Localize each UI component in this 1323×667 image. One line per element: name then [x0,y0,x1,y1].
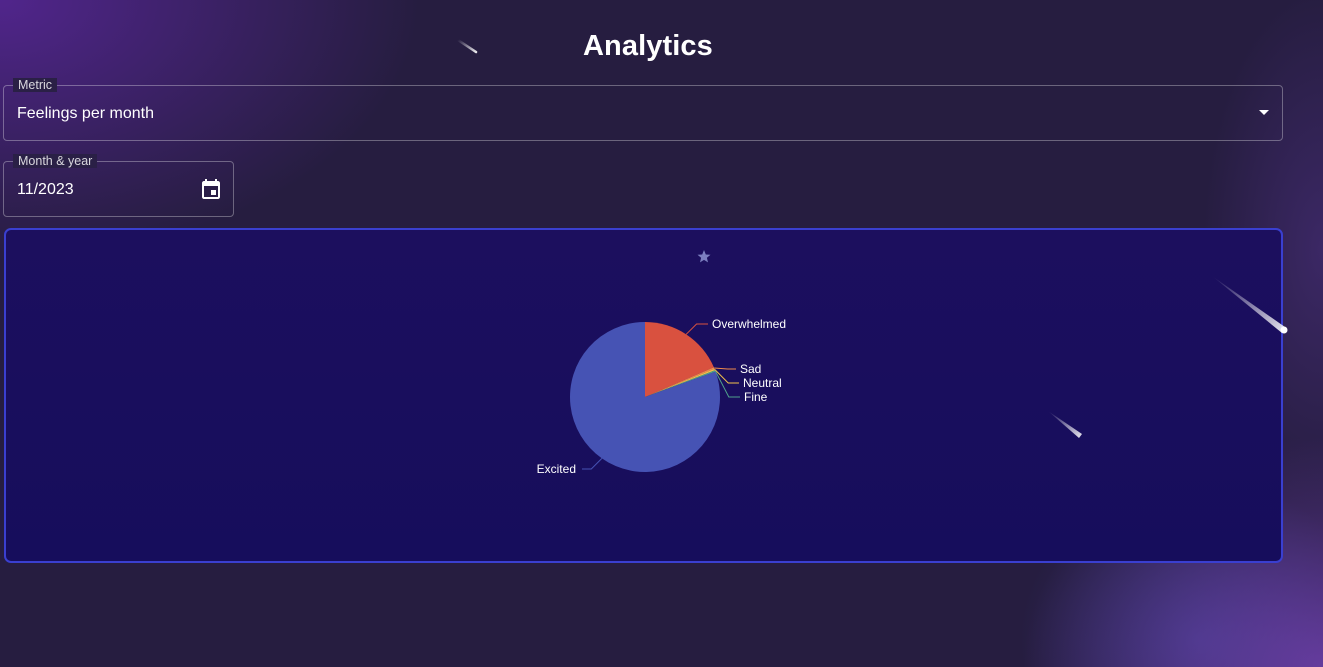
month-year-field[interactable]: Month & year 11/2023 [3,154,234,217]
pie-label-neutral: Neutral [743,376,782,390]
pie-label-fine: Fine [744,390,768,404]
calendar-icon[interactable] [199,178,223,202]
pie-leader-sad [714,367,736,370]
metric-select[interactable]: Metric Feelings per month [3,78,1283,141]
month-year-value: 11/2023 [17,181,74,198]
pie-label-sad: Sad [740,362,761,376]
pie-leader-overwhelmed [685,323,708,335]
pie-label-excited: Excited [537,462,576,476]
pie-label-overwhelmed: Overwhelmed [712,317,786,331]
metric-value: Feelings per month [17,105,154,122]
metric-label: Metric [13,78,58,92]
chart-panel: Overwhelmed Sad Neutral Fine Excited [4,228,1283,563]
page-title: Analytics [583,30,713,62]
pie-chart: Overwhelmed SadNeutralFine Excited [537,250,786,476]
star-icon [697,250,711,263]
chevron-down-icon[interactable] [1259,110,1269,115]
shooting-star-icon [456,38,478,54]
pie-leader-excited [582,458,603,470]
month-year-label: Month & year [13,154,98,168]
